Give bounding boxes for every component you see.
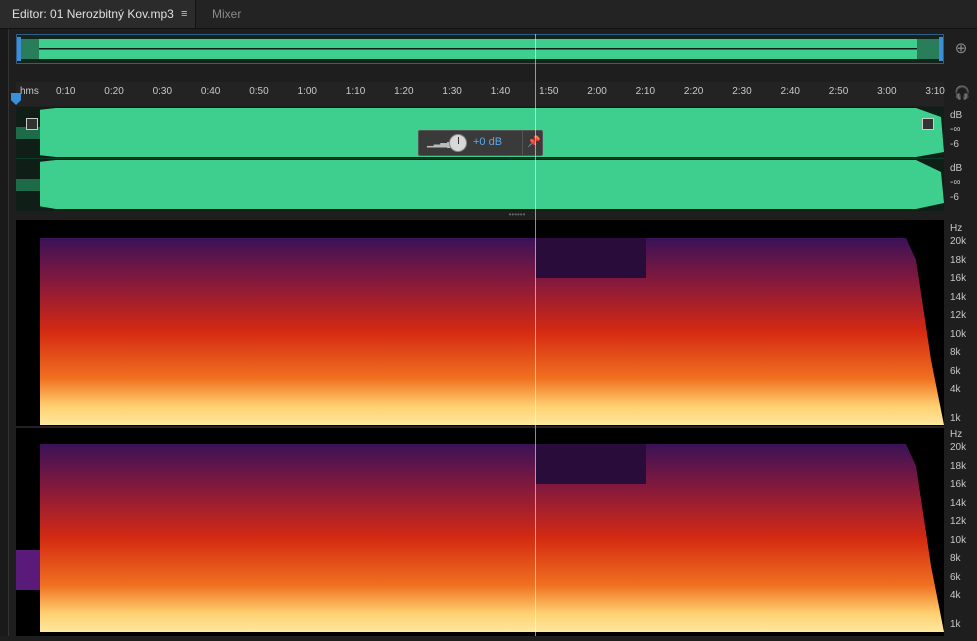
time-format-label: hms xyxy=(20,86,39,97)
hz-label: 20k xyxy=(950,442,967,453)
tab-editor[interactable]: Editor: 01 Nerozbitný Kov.mp3 ≡ xyxy=(0,0,196,28)
hz-label: 4k xyxy=(950,590,961,601)
ruler-tick-label: 0:30 xyxy=(152,86,173,97)
ruler-tick-label: 1:10 xyxy=(345,86,366,97)
hz-label: 1k xyxy=(950,619,961,630)
volume-knob-icon[interactable] xyxy=(449,134,467,152)
db-label: -∞ xyxy=(950,124,961,135)
spectral-channel-divider xyxy=(16,426,944,428)
ruler-tick-label: 1:20 xyxy=(394,86,414,97)
hz-label: 6k xyxy=(950,366,961,377)
tab-bar: Editor: 01 Nerozbitný Kov.mp3 ≡ Mixer xyxy=(0,0,977,29)
channel-divider xyxy=(16,158,944,159)
spectrogram-graphic xyxy=(16,238,944,632)
ruler-tick-label: 2:00 xyxy=(587,86,607,97)
ruler-tick-label: 3:10 xyxy=(925,86,945,97)
panel-menu-icon[interactable]: ≡ xyxy=(181,0,187,28)
ruler-tick-label: 2:30 xyxy=(732,86,752,97)
zoom-icon[interactable]: ⊕ xyxy=(952,40,970,58)
waveform-graphic xyxy=(16,107,944,211)
hz-label: Hz xyxy=(950,223,963,234)
frequency-scale: Hz 20k 18k 16k 14k 12k 10k 8k 6k 4k 1k H… xyxy=(944,220,977,636)
hz-label: 16k xyxy=(950,273,967,284)
hz-label: Hz xyxy=(950,429,963,440)
hz-label: 10k xyxy=(950,535,967,546)
db-label: dB xyxy=(950,163,963,174)
ruler-tick-label: 0:50 xyxy=(249,86,269,97)
ruler-tick-label: 2:10 xyxy=(635,86,656,97)
db-label: -6 xyxy=(950,192,959,203)
hz-label: 10k xyxy=(950,329,967,340)
fade-in-handle[interactable] xyxy=(26,118,38,130)
fade-out-handle[interactable] xyxy=(922,118,934,130)
db-label: dB xyxy=(950,110,963,121)
hz-label: 18k xyxy=(950,255,967,266)
ruler-tick-label: 1:30 xyxy=(442,86,462,97)
time-ruler[interactable]: 0:10 0:20 0:30 0:40 0:50 1:00 1:10 1:20 1:30 1:40… xyxy=(16,82,945,106)
tab-editor-label: Editor: 01 Nerozbitný Kov.mp3 xyxy=(12,7,174,21)
left-panel-edge xyxy=(0,29,9,636)
spectral-frequency-display[interactable] xyxy=(16,220,944,636)
hz-label: 20k xyxy=(950,236,967,247)
tab-mixer[interactable]: Mixer xyxy=(200,0,260,28)
amplitude-value[interactable]: +0 dB xyxy=(473,136,502,148)
hz-label: 12k xyxy=(950,310,967,321)
db-label: -∞ xyxy=(950,177,961,188)
ruler-tick-label: 2:50 xyxy=(828,86,849,97)
playhead-line xyxy=(535,34,536,636)
overview-waveform xyxy=(17,37,943,61)
ruler-tick-label: 0:20 xyxy=(104,86,124,97)
hz-label: 12k xyxy=(950,516,967,527)
waveform-display[interactable] xyxy=(16,107,944,211)
ruler-tick-label: 2:40 xyxy=(780,86,800,97)
hz-label: 14k xyxy=(950,498,967,509)
hz-label: 1k xyxy=(950,413,961,424)
headphones-icon[interactable]: 🎧 xyxy=(954,86,970,100)
pin-icon[interactable]: 📌 xyxy=(527,135,541,148)
hz-label: 4k xyxy=(950,384,961,395)
amplitude-hud[interactable]: ▁▂▃▄ +0 dB 📌 xyxy=(418,130,543,156)
ruler-tick-label: 2:20 xyxy=(683,86,704,97)
hz-label: 14k xyxy=(950,292,967,303)
ruler-tick-label: 3:00 xyxy=(877,86,897,97)
panel-resize-grip[interactable]: •••••• xyxy=(505,211,529,219)
hz-label: 18k xyxy=(950,461,967,472)
hz-label: 6k xyxy=(950,572,961,583)
ruler-tick-label: 1:40 xyxy=(490,86,511,97)
db-label: -6 xyxy=(950,139,959,150)
ruler-tick-label: 0:40 xyxy=(200,86,221,97)
db-scale: dB -∞ -6 dB -∞ -6 xyxy=(944,107,977,211)
hz-label: 8k xyxy=(950,553,961,564)
overview-navigator[interactable] xyxy=(16,34,944,64)
hz-label: 8k xyxy=(950,347,961,358)
hz-label: 16k xyxy=(950,479,967,490)
hud-divider xyxy=(522,131,523,155)
tab-mixer-label: Mixer xyxy=(212,7,242,21)
ruler-tick-label: 0:10 xyxy=(56,86,76,97)
ruler-tick-label: 1:50 xyxy=(539,86,559,97)
ruler-tick-label: 1:00 xyxy=(297,86,317,97)
